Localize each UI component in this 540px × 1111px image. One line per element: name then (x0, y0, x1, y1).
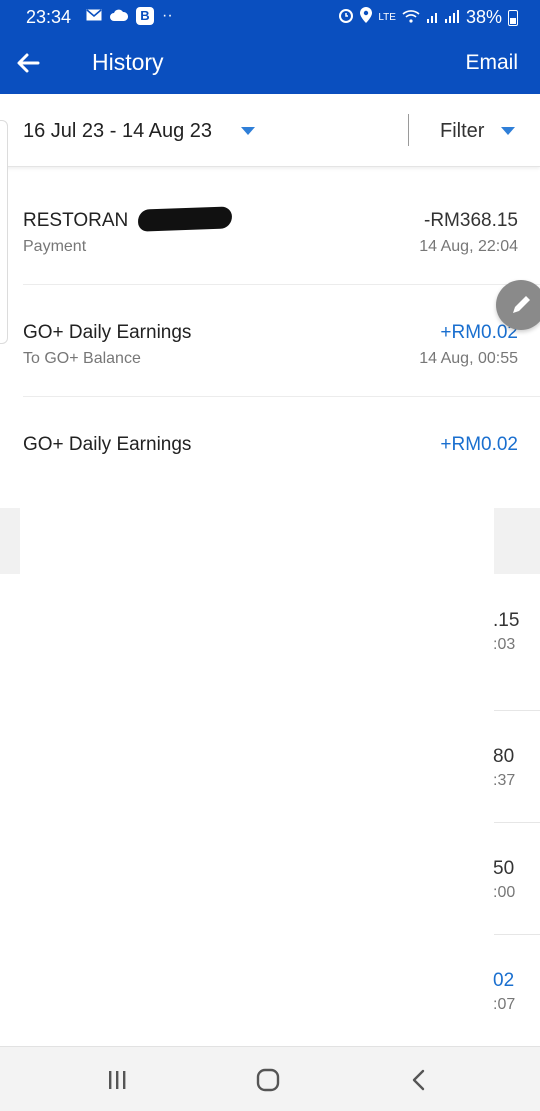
transaction-name: GO+ Daily Earnings (23, 322, 192, 343)
alarm-icon (338, 7, 354, 28)
date-range-selector[interactable]: 16 Jul 23 - 14 Aug 23 (23, 120, 212, 143)
partial-time: :07 (493, 996, 516, 1013)
partial-transaction-row[interactable]: 02 :07 (493, 970, 540, 1020)
back-icon (412, 1069, 425, 1091)
partial-amount: 50 (493, 858, 515, 879)
wifi-icon (402, 7, 420, 28)
filter-dropdown-icon[interactable] (500, 126, 516, 136)
home-button[interactable] (251, 1063, 285, 1097)
partial-time: :00 (493, 884, 516, 901)
status-time: 23:34 (26, 7, 72, 27)
partial-amount: .15 (493, 610, 520, 631)
transaction-row[interactable]: GO+ Daily Earnings +RM0.02 (23, 432, 518, 472)
transaction-type: Payment (23, 238, 87, 255)
left-edge-panel (0, 120, 8, 344)
recent-apps-button[interactable] (100, 1063, 134, 1097)
transaction-amount: -RM368.15 (424, 210, 518, 231)
partial-amount: 02 (493, 970, 515, 991)
back-button[interactable] (12, 46, 46, 80)
b-app-icon: B (136, 7, 154, 25)
edit-button[interactable] (496, 280, 540, 330)
transaction-name: RESTORAN (23, 210, 129, 231)
row-divider (494, 710, 540, 711)
partial-time: :37 (493, 772, 516, 789)
battery-percent: 38% (465, 7, 502, 27)
partial-time: :03 (493, 636, 516, 653)
filter-divider (408, 114, 409, 146)
transaction-row[interactable]: RESTORAN Payment -RM368.15 14 Aug, 22:04 (23, 208, 518, 268)
section-divider-left (0, 508, 20, 574)
partial-transaction-row[interactable]: 80 :37 (493, 746, 540, 796)
transaction-type: To GO+ Balance (23, 350, 141, 367)
transaction-name: GO+ Daily Earnings (23, 434, 192, 455)
cloud-icon (110, 7, 129, 25)
transaction-time: 14 Aug, 22:04 (419, 238, 518, 255)
battery-icon (508, 9, 518, 26)
transaction-row[interactable]: GO+ Daily Earnings To GO+ Balance +RM0.0… (23, 320, 518, 380)
pencil-icon (513, 296, 530, 313)
filter-bar: 16 Jul 23 - 14 Aug 23 Filter (0, 94, 540, 167)
arrow-left-icon (17, 53, 40, 73)
transaction-amount: +RM0.02 (440, 434, 518, 455)
partial-transaction-row[interactable]: 50 :00 (493, 858, 540, 908)
mail-icon (86, 7, 102, 25)
row-divider (23, 396, 540, 397)
location-icon (360, 7, 373, 28)
recent-apps-icon (109, 1071, 126, 1089)
status-bar: 23:34 B ·· LTE 38% (0, 0, 540, 34)
row-divider (494, 934, 540, 935)
row-divider (23, 284, 540, 285)
filter-button[interactable]: Filter (440, 120, 484, 143)
section-divider-right (494, 508, 540, 574)
more-notifications-icon: ·· (162, 7, 173, 24)
email-button[interactable]: Email (465, 51, 518, 75)
redacted-merchant-mark (137, 206, 233, 232)
partial-transaction-row[interactable]: .15 :03 (493, 610, 540, 660)
home-icon (256, 1068, 280, 1092)
signal-icon (426, 7, 460, 28)
page-title: History (92, 49, 164, 75)
transaction-time: 14 Aug, 00:55 (419, 350, 518, 367)
partial-amount: 80 (493, 746, 515, 767)
network-type-label: LTE (378, 12, 396, 23)
row-divider (494, 822, 540, 823)
system-nav-bar (0, 1046, 540, 1111)
system-back-button[interactable] (402, 1063, 436, 1097)
app-bar: History Email (0, 34, 540, 94)
date-dropdown-icon[interactable] (240, 126, 256, 136)
